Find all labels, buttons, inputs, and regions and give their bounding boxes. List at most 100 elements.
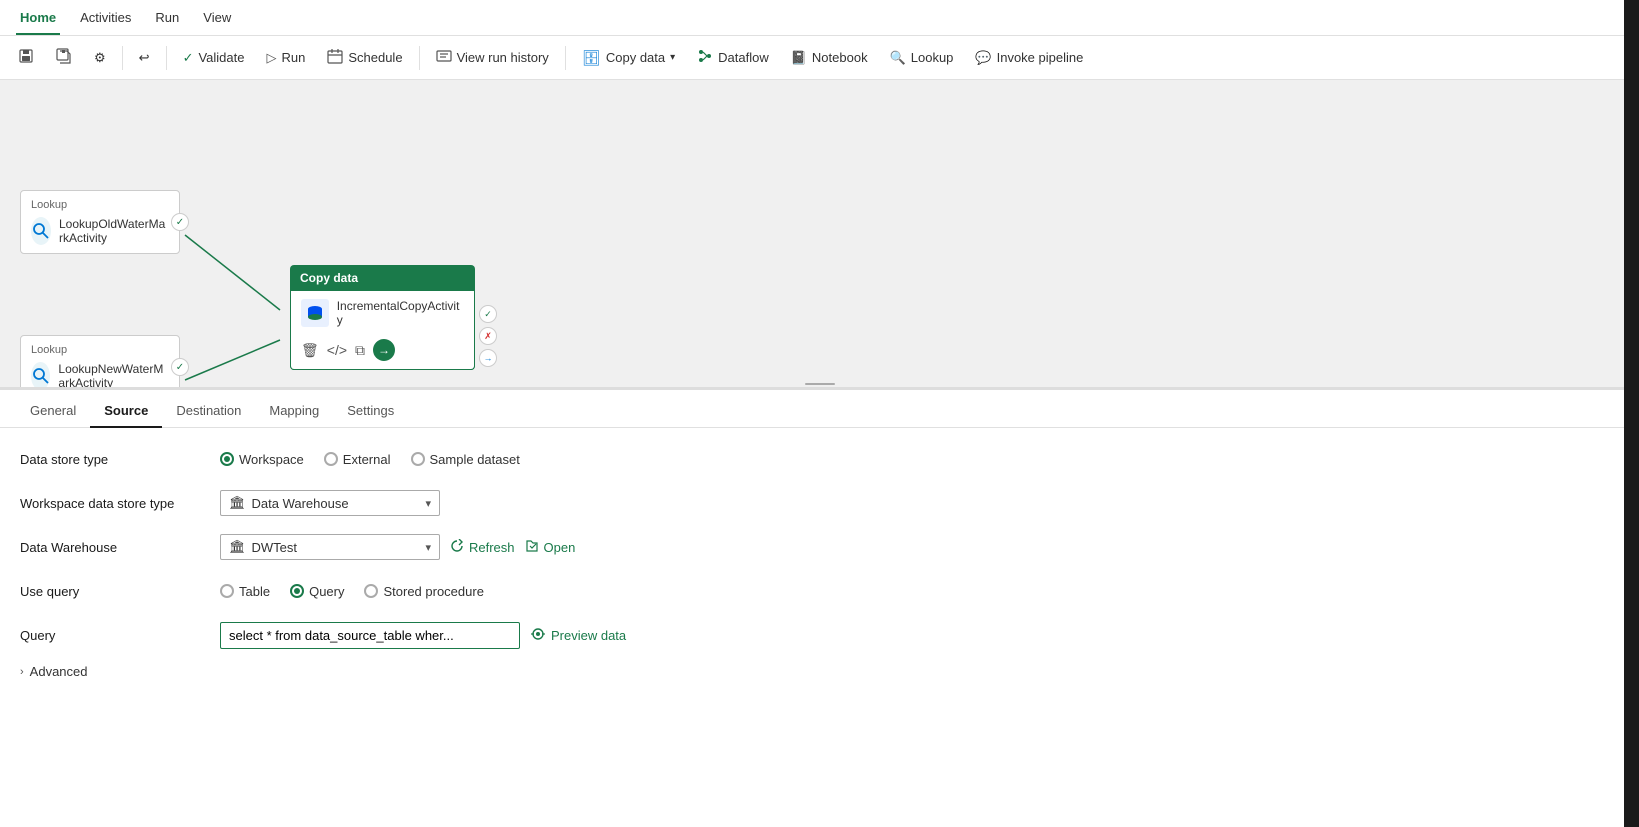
data-warehouse-control: 🏛 DWTest ▾ Refresh Open <box>220 534 575 560</box>
radio-workspace[interactable]: Workspace <box>220 452 304 467</box>
run-icon: ▷ <box>266 50 276 66</box>
delete-icon[interactable]: 🗑 <box>301 342 319 359</box>
use-query-radio-group: Table Query Stored procedure <box>220 584 484 599</box>
open-label: Open <box>544 540 576 555</box>
toolbar: ⚙ ↩ ✓ Validate ▷ Run Schedule View run h… <box>0 36 1639 80</box>
save-as-icon <box>56 48 72 67</box>
lookup-node-2[interactable]: Lookup LookupNewWaterMarkActivity ✓ <box>20 335 180 390</box>
open-icon <box>525 539 539 556</box>
use-query-control: Table Query Stored procedure <box>220 584 484 599</box>
query-input[interactable] <box>220 622 520 649</box>
radio-stored-procedure[interactable]: Stored procedure <box>364 584 483 599</box>
view-run-history-label: View run history <box>457 50 549 65</box>
copy-node-label: IncrementalCopyActivity <box>337 299 464 327</box>
tab-settings[interactable]: Settings <box>333 395 408 428</box>
refresh-label: Refresh <box>469 540 515 555</box>
chevron-down-icon: ▾ <box>425 497 431 510</box>
copy-node-body: IncrementalCopyActivity 🗑 </> ⧉ → <box>290 291 475 370</box>
workspace-data-store-type-dropdown[interactable]: 🏛 Data Warehouse ▾ <box>220 490 440 516</box>
advanced-row[interactable]: › Advanced <box>20 664 1619 679</box>
right-bar <box>1624 0 1639 827</box>
radio-sample-circle <box>411 452 425 466</box>
menu-run[interactable]: Run <box>143 0 191 35</box>
resize-handle[interactable] <box>800 381 840 387</box>
preview-icon <box>530 626 546 645</box>
tab-bar: General Source Destination Mapping Setti… <box>0 390 1639 428</box>
copy-node-header: Copy data <box>290 265 475 291</box>
save-button[interactable] <box>8 43 44 72</box>
warehouse-db-icon: 🏛 <box>229 539 246 555</box>
list-icon <box>436 48 452 67</box>
undo-button[interactable]: ↩ <box>129 45 160 71</box>
connector-svg <box>0 80 1639 387</box>
menu-activities[interactable]: Activities <box>68 0 143 35</box>
copy-data-node[interactable]: Copy data IncrementalCopyActivity 🗑 </> … <box>290 265 475 370</box>
data-store-type-row: Data store type Workspace External Sampl… <box>20 444 1619 474</box>
invoke-pipeline-button[interactable]: 💬 Invoke pipeline <box>965 45 1093 71</box>
radio-stored-procedure-label: Stored procedure <box>383 584 483 599</box>
notebook-button[interactable]: 📓 Notebook <box>781 45 878 71</box>
tab-general[interactable]: General <box>16 395 90 428</box>
copy-data-button[interactable]: 🗄 Copy data ▾ <box>572 44 685 72</box>
lookup-icon: 🔍 <box>890 50 906 66</box>
radio-sample-label: Sample dataset <box>430 452 520 467</box>
copy-side-icons: ✓ ✗ → <box>479 305 497 367</box>
validate-button[interactable]: ✓ Validate <box>173 45 255 71</box>
refresh-icon <box>450 539 464 556</box>
notebook-icon: 📓 <box>791 50 807 66</box>
run-button[interactable]: ▷ Run <box>256 45 315 71</box>
dataflow-button[interactable]: Dataflow <box>687 43 779 72</box>
save-as-button[interactable] <box>46 43 82 72</box>
bottom-panel: General Source Destination Mapping Setti… <box>0 390 1639 760</box>
menu-view[interactable]: View <box>191 0 243 35</box>
advanced-label: Advanced <box>30 664 88 679</box>
gear-icon: ⚙ <box>94 50 106 66</box>
copy-node-inner: IncrementalCopyActivity <box>301 299 464 327</box>
lookup-node-2-body: LookupNewWaterMarkActivity <box>31 362 169 390</box>
copy-data-icon: 🗄 <box>582 49 601 67</box>
radio-table-label: Table <box>239 584 270 599</box>
use-query-row: Use query Table Query Stored procedure <box>20 576 1619 606</box>
form-area: Data store type Workspace External Sampl… <box>0 428 1639 760</box>
canvas-area[interactable]: Lookup LookupOldWaterMarkActivity ✓ Look… <box>0 80 1639 390</box>
menu-home[interactable]: Home <box>8 0 68 35</box>
lookup-label: Lookup <box>911 50 954 65</box>
data-warehouse-value: DWTest <box>252 540 298 555</box>
tab-source[interactable]: Source <box>90 395 162 428</box>
tab-destination[interactable]: Destination <box>162 395 255 428</box>
radio-query[interactable]: Query <box>290 584 344 599</box>
open-button[interactable]: Open <box>525 539 576 556</box>
copy-node-actions: 🗑 </> ⧉ → <box>301 335 464 361</box>
radio-external-label: External <box>343 452 391 467</box>
menu-bar: Home Activities Run View <box>0 0 1639 36</box>
toolbar-separator-1 <box>122 46 123 70</box>
radio-workspace-label: Workspace <box>239 452 304 467</box>
save-icon <box>18 48 34 67</box>
error-icon: ✗ <box>479 327 497 345</box>
radio-workspace-circle <box>220 452 234 466</box>
radio-external[interactable]: External <box>324 452 391 467</box>
tab-mapping[interactable]: Mapping <box>255 395 333 428</box>
lookup-toolbar-button[interactable]: 🔍 Lookup <box>880 45 964 71</box>
query-label: Query <box>20 628 220 643</box>
undo-icon: ↩ <box>139 50 150 66</box>
lookup-node-1[interactable]: Lookup LookupOldWaterMarkActivity ✓ <box>20 190 180 254</box>
code-icon[interactable]: </> <box>327 342 347 358</box>
radio-external-circle <box>324 452 338 466</box>
preview-data-button[interactable]: Preview data <box>530 626 626 645</box>
notebook-label: Notebook <box>812 50 868 65</box>
copy-node-db-icon <box>301 299 329 327</box>
arrow-right-icon[interactable]: → <box>373 339 395 361</box>
radio-query-label: Query <box>309 584 344 599</box>
run-label: Run <box>281 50 305 65</box>
settings-button[interactable]: ⚙ <box>84 45 116 71</box>
clone-icon[interactable]: ⧉ <box>355 342 365 359</box>
refresh-button[interactable]: Refresh <box>450 539 515 556</box>
data-warehouse-dropdown[interactable]: 🏛 DWTest ▾ <box>220 534 440 560</box>
schedule-button[interactable]: Schedule <box>317 43 412 72</box>
radio-sample-dataset[interactable]: Sample dataset <box>411 452 520 467</box>
radio-table[interactable]: Table <box>220 584 270 599</box>
lookup-node-1-check: ✓ <box>171 213 189 231</box>
view-run-history-button[interactable]: View run history <box>426 43 559 72</box>
data-warehouse-inner: 🏛 DWTest <box>229 539 297 555</box>
